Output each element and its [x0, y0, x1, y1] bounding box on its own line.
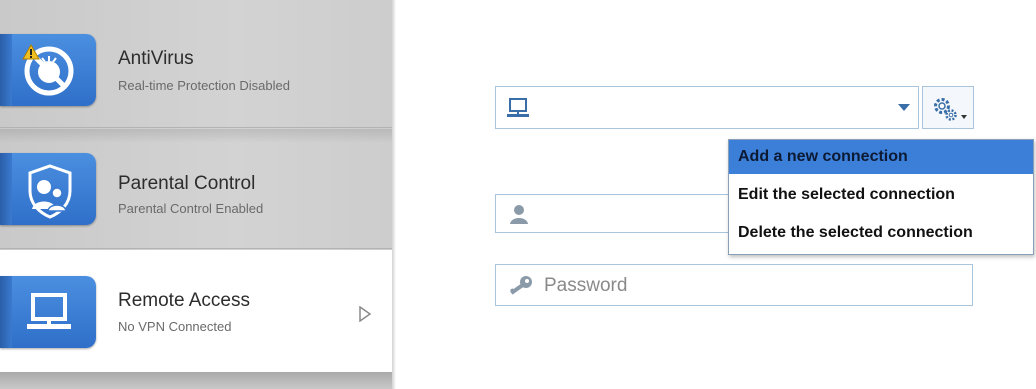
warning-icon	[22, 44, 40, 60]
remote-access-tile	[0, 276, 96, 348]
parental-control-tile	[0, 153, 96, 225]
sidebar-item-subtitle: Real-time Protection Disabled	[118, 78, 290, 93]
chevron-right-icon	[359, 306, 372, 322]
menu-item-edit-connection[interactable]: Edit the selected connection	[729, 178, 1033, 212]
password-field[interactable]: Password	[495, 264, 973, 306]
sidebar-item-antivirus[interactable]: AntiVirus Real-time Protection Disabled	[0, 10, 392, 128]
gear-icon	[934, 98, 957, 121]
username-field[interactable]	[495, 194, 729, 233]
sidebar-item-remote-access[interactable]: Remote Access No VPN Connected	[0, 250, 392, 372]
sidebar-bottom-edge	[0, 372, 392, 389]
sidebar-item-subtitle: No VPN Connected	[118, 319, 232, 334]
chevron-down-icon[interactable]	[898, 104, 910, 111]
key-icon	[510, 276, 532, 295]
computer-icon	[507, 98, 529, 117]
menu-item-add-connection[interactable]: Add a new connection	[729, 140, 1033, 174]
antivirus-tile	[0, 34, 96, 106]
connection-menu: Add a new connection Edit the selected c…	[728, 139, 1034, 255]
parental-control-icon	[28, 164, 72, 219]
connection-settings-button[interactable]	[922, 86, 974, 129]
sidebar-item-title: AntiVirus	[118, 48, 194, 69]
menu-item-delete-connection[interactable]: Delete the selected connection	[729, 216, 1033, 250]
password-placeholder: Password	[544, 275, 628, 296]
user-icon	[510, 205, 528, 224]
sidebar-item-parental-control[interactable]: Parental Control Parental Control Enable…	[0, 129, 392, 249]
sidebar: AntiVirus Real-time Protection Disabled …	[0, 0, 396, 389]
sidebar-item-title: Remote Access	[118, 290, 250, 311]
connection-select[interactable]	[495, 86, 919, 129]
laptop-icon	[27, 293, 71, 329]
caret-down-icon	[961, 115, 967, 119]
sidebar-item-title: Parental Control	[118, 173, 256, 194]
sidebar-item-subtitle: Parental Control Enabled	[118, 201, 264, 216]
